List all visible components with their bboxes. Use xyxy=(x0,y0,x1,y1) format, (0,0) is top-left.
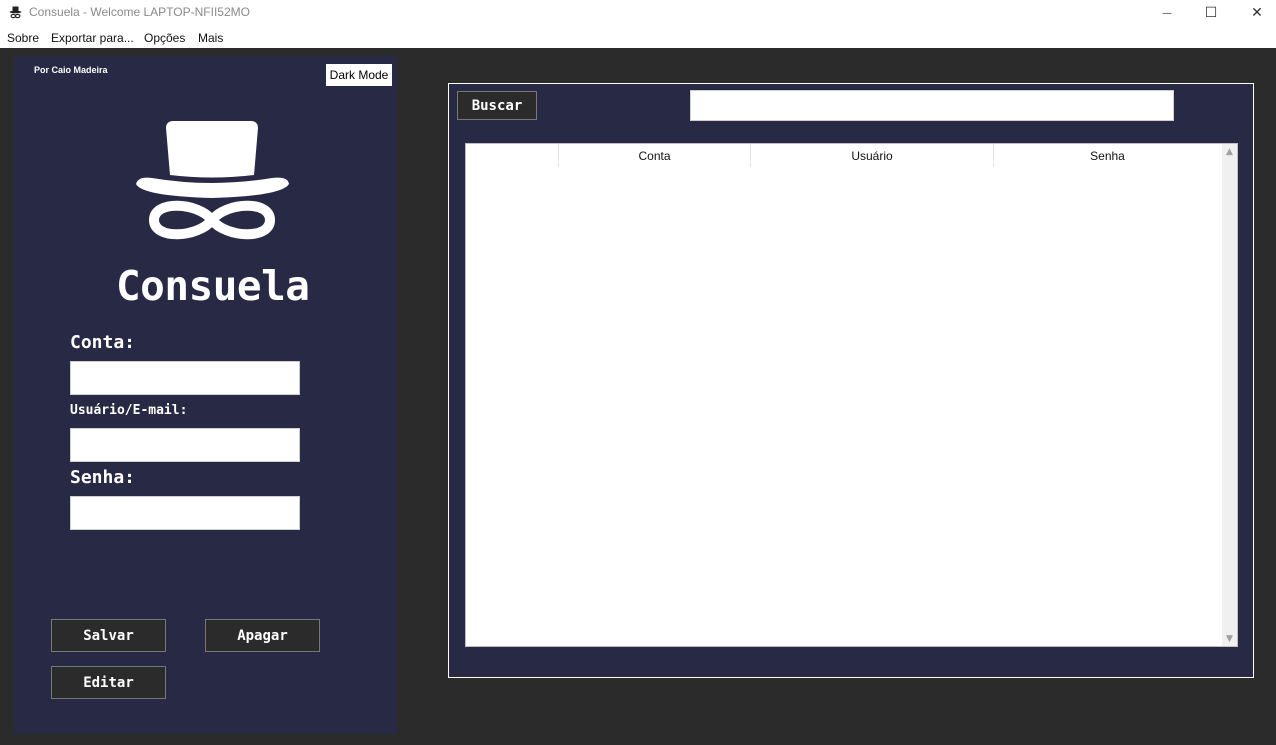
close-button[interactable]: ✕ xyxy=(1234,0,1276,26)
column-header-usuario[interactable]: Usuário xyxy=(751,144,994,167)
usuario-input[interactable] xyxy=(70,428,300,462)
top-hat-mustache-logo xyxy=(136,121,289,240)
search-button[interactable]: Buscar xyxy=(457,91,537,120)
menu-bar: Sobre Exportar para... Opções Mais xyxy=(0,26,1276,48)
column-header-index[interactable] xyxy=(466,144,559,167)
brand-title: Consuela xyxy=(116,262,310,310)
conta-input[interactable] xyxy=(70,361,300,395)
minimize-icon: — xyxy=(1162,7,1172,19)
entry-panel: Por Caio Madeira Dark Mode Consuela Cont… xyxy=(14,56,397,734)
window-title: Consuela - Welcome LAPTOP-NFII52MO xyxy=(29,5,250,19)
menu-item-sobre[interactable]: Sobre xyxy=(7,31,39,45)
usuario-label: Usuário/E-mail: xyxy=(70,403,188,418)
scroll-down-icon[interactable]: ▼ xyxy=(1222,631,1237,646)
maximize-button[interactable]: ☐ xyxy=(1188,0,1234,26)
menu-item-opcoes[interactable]: Opções xyxy=(144,31,185,45)
table-header: Conta Usuário Senha xyxy=(466,144,1221,167)
table-scrollbar[interactable]: ▲ ▼ xyxy=(1222,144,1237,646)
conta-label: Conta: xyxy=(70,332,136,353)
close-icon: ✕ xyxy=(1251,5,1263,21)
minimize-button[interactable]: — xyxy=(1144,0,1190,26)
menu-item-mais[interactable]: Mais xyxy=(198,31,223,45)
accounts-table[interactable]: Conta Usuário Senha ▲ ▼ xyxy=(465,143,1238,647)
senha-input[interactable] xyxy=(70,496,300,530)
search-input[interactable] xyxy=(690,90,1174,121)
delete-button[interactable]: Apagar xyxy=(205,619,320,652)
content-area: Por Caio Madeira Dark Mode Consuela Cont… xyxy=(0,48,1276,745)
scroll-up-icon[interactable]: ▲ xyxy=(1222,144,1237,159)
title-bar: Consuela - Welcome LAPTOP-NFII52MO — ☐ ✕ xyxy=(0,0,1276,26)
search-panel: Buscar Conta Usuário Senha ▲ ▼ xyxy=(448,83,1254,678)
app-icon xyxy=(9,6,22,19)
edit-button[interactable]: Editar xyxy=(51,666,166,699)
save-button[interactable]: Salvar xyxy=(51,619,166,652)
author-label: Por Caio Madeira xyxy=(34,65,108,75)
dark-mode-button[interactable]: Dark Mode xyxy=(326,64,392,86)
column-header-senha[interactable]: Senha xyxy=(994,144,1221,167)
senha-label: Senha: xyxy=(70,467,136,488)
column-header-conta[interactable]: Conta xyxy=(559,144,751,167)
menu-item-exportar[interactable]: Exportar para... xyxy=(51,31,134,45)
maximize-icon: ☐ xyxy=(1204,5,1218,21)
